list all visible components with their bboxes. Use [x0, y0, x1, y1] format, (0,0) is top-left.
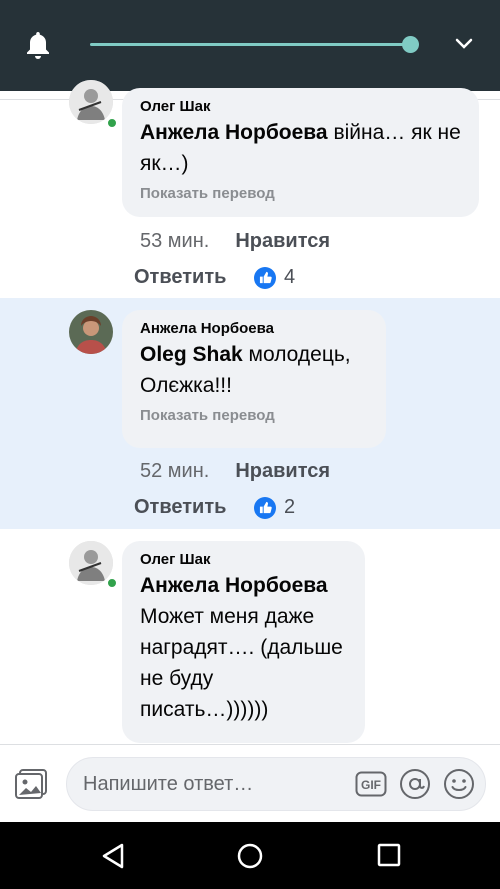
mention-link[interactable]: Анжела Норбоева	[140, 121, 328, 144]
reaction-count[interactable]: 4	[254, 266, 295, 289]
avatar[interactable]	[69, 80, 113, 124]
chevron-down-icon[interactable]	[452, 34, 476, 54]
volume-slider-track[interactable]	[90, 43, 410, 46]
home-icon[interactable]	[236, 842, 264, 870]
comment-item: Олег Шак Анжела Норбоева війна… як не як…	[0, 80, 500, 298]
online-status-dot	[106, 117, 118, 129]
comment-time: 52 мин.	[140, 460, 210, 482]
bell-icon[interactable]	[24, 30, 52, 60]
volume-slider-thumb[interactable]	[402, 36, 419, 53]
reply-composer: Напишите ответ… GIF	[0, 744, 500, 822]
like-button[interactable]: Нравится	[235, 230, 330, 252]
system-navigation-bar	[0, 822, 500, 889]
comment-item-highlighted: Анжела Норбоева Oleg Shak молодець, Олєж…	[0, 298, 500, 529]
like-reaction-icon	[254, 266, 276, 289]
like-count: 4	[284, 266, 296, 288]
mention-icon[interactable]	[399, 768, 431, 800]
like-button[interactable]: Нравится	[235, 460, 330, 482]
comment-bubble[interactable]: Анжела Норбоева Oleg Shak молодець, Олєж…	[122, 310, 386, 448]
comment-bubble[interactable]: Олег Шак Анжела Норбоева війна… як не як…	[122, 88, 479, 217]
reply-button[interactable]: Ответить	[134, 266, 226, 289]
reply-input-placeholder: Напишите ответ…	[83, 773, 254, 795]
show-translation-link[interactable]: Показать перевод	[140, 185, 461, 202]
svg-text:GIF: GIF	[361, 778, 381, 792]
comment-bubble[interactable]: Олег Шак Анжела Норбоева Может меня даже …	[122, 541, 365, 743]
notification-bar	[0, 0, 500, 91]
comment-time: 53 мин.	[140, 230, 210, 252]
comment-text: Oleg Shak молодець, Олєжка!!!	[140, 343, 351, 397]
comment-text: Анжела Норбоева Может меня даже наградят……	[140, 570, 347, 725]
mention-link[interactable]: Oleg Shak	[140, 343, 243, 366]
comment-item: Олег Шак Анжела Норбоева Может меня даже …	[0, 529, 500, 744]
back-icon[interactable]	[100, 842, 126, 870]
comment-meta: 53 мин. Нравится	[140, 230, 330, 253]
comment-text: Анжела Норбоева війна… як не як…)	[140, 121, 461, 175]
comment-author[interactable]: Олег Шак	[140, 551, 347, 568]
avatar[interactable]	[69, 310, 113, 354]
reply-button[interactable]: Ответить	[134, 496, 226, 519]
recent-apps-icon[interactable]	[377, 843, 401, 867]
reaction-count[interactable]: 2	[254, 496, 295, 519]
emoji-icon[interactable]	[443, 768, 475, 800]
gif-icon[interactable]: GIF	[355, 771, 387, 797]
comment-meta: 52 мин. Нравится	[140, 460, 330, 483]
comment-author[interactable]: Олег Шак	[140, 98, 461, 115]
photo-icon[interactable]	[14, 767, 50, 801]
show-translation-link[interactable]: Показать перевод	[140, 407, 368, 424]
mention-link[interactable]: Анжела Норбоева	[140, 570, 347, 601]
comment-author[interactable]: Анжела Норбоева	[140, 320, 368, 337]
reply-input[interactable]: Напишите ответ… GIF	[66, 757, 486, 811]
like-count: 2	[284, 496, 296, 518]
online-status-dot	[106, 577, 118, 589]
like-reaction-icon	[254, 496, 276, 519]
